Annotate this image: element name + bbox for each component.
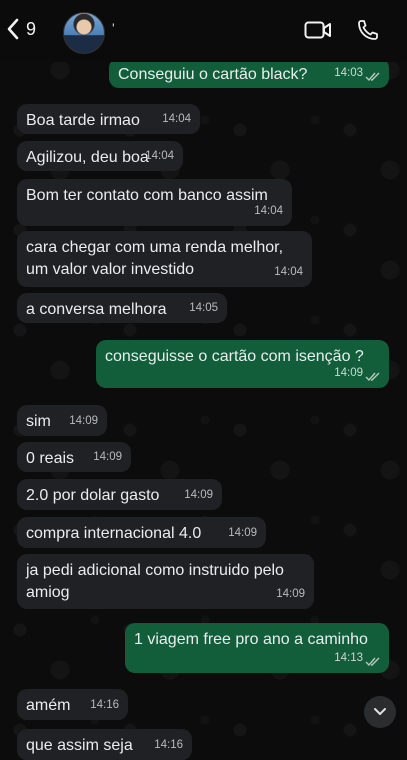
message-incoming[interactable]: 2.0 por dolar gasto 14:09 <box>17 479 222 510</box>
avatar[interactable] <box>63 12 105 54</box>
message-incoming[interactable]: Agilizou, deu boa 14:04 <box>17 141 183 171</box>
message-text: conseguisse o cartão com isenção ? <box>105 348 364 365</box>
double-check-icon <box>365 372 380 382</box>
message-time: 14:09 <box>93 451 122 463</box>
message-outgoing[interactable]: Conseguiu o cartão black? 14:03 <box>109 58 389 88</box>
message-text-line: ja pedi adicional como instruido pelo <box>26 562 284 579</box>
message-incoming[interactable]: a conversa melhora 14:05 <box>17 293 227 323</box>
message-incoming[interactable]: sim 14:09 <box>17 405 107 436</box>
message-incoming[interactable]: Bom ter contato com banco assim 14:04 <box>17 179 292 226</box>
scroll-to-bottom-button[interactable] <box>364 696 396 728</box>
message-text: amém <box>26 697 71 714</box>
message-text: que assim seja <box>26 737 133 754</box>
message-incoming[interactable]: compra internacional 4.0 14:09 <box>17 517 266 548</box>
message-text: a conversa melhora <box>26 301 167 318</box>
chevron-down-icon <box>374 708 386 715</box>
unread-count: 9 <box>26 18 37 39</box>
message-incoming[interactable]: ja pedi adicional como instruido pelo am… <box>17 554 314 609</box>
message-time: 14:04 <box>274 266 303 278</box>
video-camera-icon <box>304 21 331 39</box>
message-time: 14:09 <box>334 367 363 379</box>
message-time: 14:09 <box>276 588 305 600</box>
video-call-button[interactable] <box>304 20 332 45</box>
message-incoming[interactable]: Boa tarde irmao 14:04 <box>17 104 200 134</box>
message-time: 14:13 <box>334 652 363 664</box>
message-time: 14:04 <box>145 150 174 162</box>
contact-name[interactable]: ' <box>112 20 115 36</box>
message-text: Bom ter contato com banco assim <box>26 187 268 204</box>
message-text-line: um valor valor investido <box>26 261 195 278</box>
message-text-line: cara chegar com uma renda melhor, <box>26 239 284 256</box>
phone-icon <box>358 20 378 40</box>
double-check-icon <box>365 657 380 667</box>
chat-header: 9 ' <box>0 0 407 62</box>
message-time: 14:16 <box>90 699 119 711</box>
message-text: 1 viagem free pro ano a caminho <box>134 631 368 648</box>
message-time: 14:05 <box>189 302 218 314</box>
message-text: Agilizou, deu boa <box>26 149 149 166</box>
message-outgoing[interactable]: conseguisse o cartão com isenção ? 14:09 <box>96 340 389 388</box>
message-text: compra internacional 4.0 <box>26 525 202 542</box>
message-text: 2.0 por dolar gasto <box>26 487 160 504</box>
message-text: 0 reais <box>26 450 75 467</box>
message-text: Conseguiu o cartão black? <box>118 66 308 83</box>
message-text: sim <box>26 413 51 430</box>
message-time: 14:04 <box>254 205 283 217</box>
message-time: 14:09 <box>228 527 257 539</box>
chevron-left-icon <box>7 18 19 40</box>
message-incoming[interactable]: que assim seja 14:16 <box>17 729 192 760</box>
message-text: Boa tarde irmao <box>26 112 140 129</box>
message-incoming[interactable]: amém 14:16 <box>17 689 128 720</box>
back-button[interactable]: 9 <box>6 18 36 40</box>
message-incoming[interactable]: cara chegar com uma renda melhor, um val… <box>17 231 312 287</box>
message-text-line: amiog <box>26 584 70 601</box>
double-check-icon <box>365 72 380 82</box>
voice-call-button[interactable] <box>356 18 380 47</box>
message-time: 14:09 <box>69 415 98 427</box>
message-outgoing[interactable]: 1 viagem free pro ano a caminho 14:13 <box>125 623 389 673</box>
message-time: 14:16 <box>154 739 183 751</box>
message-time: 14:03 <box>334 67 363 79</box>
message-time: 14:09 <box>184 489 213 501</box>
message-incoming[interactable]: 0 reais 14:09 <box>17 442 131 472</box>
message-time: 14:04 <box>162 113 191 125</box>
